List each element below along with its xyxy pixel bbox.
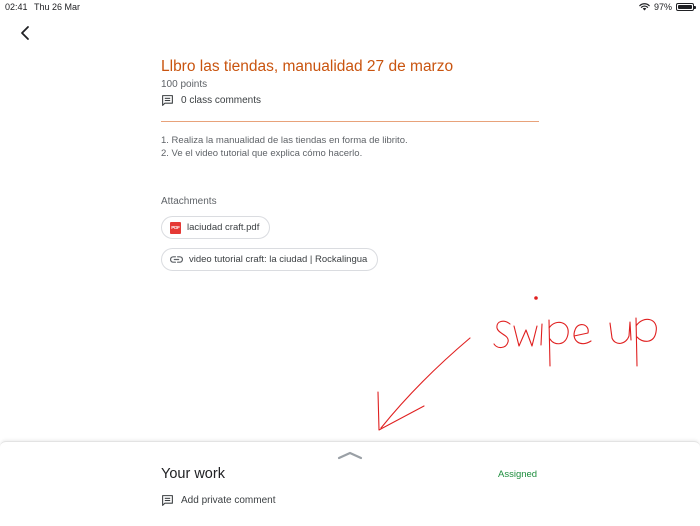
assignment-title: Llbro las tiendas, manualidad 27 de marz… — [161, 58, 454, 75]
header-divider — [161, 121, 539, 122]
link-icon — [170, 256, 183, 263]
battery-fill — [678, 5, 692, 9]
class-comments-link[interactable]: 0 class comments — [161, 94, 261, 107]
attachment-label: laciudad craft.pdf — [187, 222, 260, 233]
add-private-comment-button[interactable]: Add private comment — [161, 494, 276, 507]
attachment-label: video tutorial craft: la ciudad | Rockal… — [189, 254, 368, 265]
attachments-label: Attachments — [161, 196, 217, 207]
class-comments-label: 0 class comments — [181, 95, 262, 106]
comment-icon — [162, 95, 173, 106]
chevron-left-icon — [21, 26, 29, 40]
instructions: 1. Realiza la manualidad de las tiendas … — [161, 135, 408, 160]
private-comment-label: Add private comment — [181, 495, 276, 506]
status-bar: 02:41 Thu 26 Mar 97% — [0, 0, 700, 14]
battery-percent: 97% — [653, 2, 672, 12]
battery-icon — [676, 3, 696, 11]
attachment-chip-pdf[interactable]: PDF laciudad craft.pdf — [161, 216, 271, 239]
wifi-icon — [639, 3, 650, 11]
pdf-icon: PDF — [170, 221, 181, 234]
back-button[interactable] — [14, 22, 36, 44]
assignment-points: 100 points — [161, 79, 208, 90]
status-right: 97% — [639, 2, 696, 12]
annotation-dot — [534, 296, 538, 300]
instruction-line: 1. Realiza la manualidad de las tiendas … — [161, 135, 408, 146]
comment-icon — [162, 495, 173, 506]
chevron-up-icon[interactable] — [337, 450, 363, 460]
your-work-sheet[interactable]: Your work Assigned Add private comment — [0, 441, 700, 526]
status-time: 02:41 — [5, 2, 28, 12]
your-work-title: Your work — [161, 466, 225, 482]
status-badge: Assigned — [498, 469, 538, 480]
instruction-line: 2. Ve el video tutorial que explica cómo… — [161, 147, 363, 159]
status-date: Thu 26 Mar — [34, 2, 81, 12]
attachment-chip-link[interactable]: video tutorial craft: la ciudad | Rockal… — [161, 248, 379, 271]
